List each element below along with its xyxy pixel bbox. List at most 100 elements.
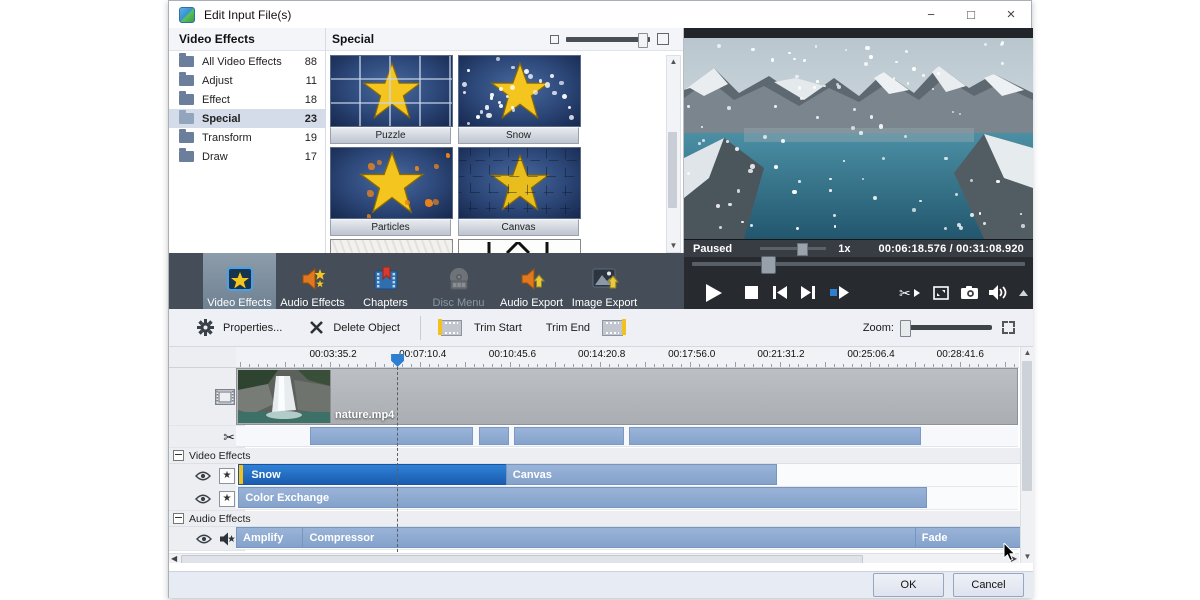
visibility-eye-icon[interactable]: [195, 494, 211, 504]
category-label: Effect: [202, 94, 230, 106]
footer-gap: [169, 563, 1033, 571]
mode-chapters-button[interactable]: Chapters: [349, 253, 422, 314]
effect-bar-canvas[interactable]: Canvas: [506, 464, 778, 485]
gallery-scrollbar[interactable]: ▲ ▼: [666, 55, 681, 253]
play-to-marker-button[interactable]: [822, 276, 856, 309]
collapse-controls-icon[interactable]: [1013, 276, 1033, 309]
previous-frame-button[interactable]: [766, 276, 794, 309]
dialog-title: Edit Input File(s): [204, 8, 291, 22]
cut-segment[interactable]: [629, 427, 921, 445]
effect-thumb-label: Puzzle: [330, 127, 451, 144]
mode-image-export-button[interactable]: Image Export: [568, 253, 641, 314]
collapse-section-icon[interactable]: [173, 450, 184, 461]
category-label: Special: [202, 113, 241, 125]
video-effects-section-header[interactable]: Video Effects: [169, 448, 1023, 464]
visibility-eye-icon[interactable]: [195, 471, 211, 481]
snapshot-camera-icon[interactable]: [955, 276, 983, 309]
effect-bar-color-exchange[interactable]: Color Exchange: [238, 487, 926, 508]
effect-thumb-partial[interactable]: [330, 239, 453, 253]
gallery-scrollbar-thumb[interactable]: [668, 132, 677, 208]
audio-effect-speaker-icon[interactable]: [220, 532, 235, 546]
category-count: 19: [305, 132, 317, 144]
thumb-size-slider-handle[interactable]: [638, 33, 648, 48]
speed-slider[interactable]: [760, 247, 826, 250]
effect-star-icon[interactable]: ★: [219, 468, 235, 484]
effect-thumb-canvas[interactable]: Canvas: [458, 147, 579, 236]
timeline-zoom-slider[interactable]: [900, 325, 992, 330]
category-special[interactable]: Special 23: [169, 109, 325, 128]
fx-row1-gutter: ★: [169, 464, 245, 488]
time-ruler[interactable]: 00:03:35.200:07:10.400:10:45.600:14:20.8…: [236, 347, 1019, 368]
split-button[interactable]: ✂: [893, 276, 927, 309]
video-effects-row-2: Color Exchange: [236, 487, 1018, 510]
audio-effects-section-header[interactable]: Audio Effects: [169, 511, 1023, 527]
effect-thumb-puzzle[interactable]: Puzzle: [330, 55, 451, 144]
zoom-label: Zoom:: [863, 322, 894, 334]
category-transform[interactable]: Transform 19: [169, 128, 325, 147]
cut-segment[interactable]: [514, 427, 624, 445]
timeline-zoom-handle[interactable]: [900, 320, 911, 337]
maximize-button[interactable]: □: [951, 1, 991, 28]
thumb-size-small-icon[interactable]: [550, 35, 559, 44]
video-clip[interactable]: nature.mp4: [236, 368, 1018, 425]
scroll-up-icon[interactable]: ▲: [1021, 348, 1034, 358]
effect-bar-label: Snow: [251, 469, 280, 481]
effect-thumb-particles[interactable]: Particles: [330, 147, 451, 236]
effect-star-icon[interactable]: ★: [219, 491, 235, 507]
video-frame[interactable]: [684, 38, 1033, 239]
thumb-size-large-icon[interactable]: [657, 33, 669, 45]
mode-video-effects-button[interactable]: Video Effects: [203, 253, 276, 314]
close-button[interactable]: ×: [991, 1, 1031, 28]
ok-button[interactable]: OK: [873, 573, 944, 597]
effect-bar-amplify[interactable]: Amplify: [236, 527, 308, 548]
speed-value: 1x: [838, 243, 850, 255]
visibility-eye-icon[interactable]: [196, 534, 212, 544]
trim-start-button[interactable]: Trim Start: [435, 320, 522, 336]
vscrollbar-thumb[interactable]: [1022, 361, 1032, 491]
effect-thumb-snow[interactable]: Snow: [458, 55, 579, 144]
timeline-vscrollbar[interactable]: ▲ ▼: [1020, 347, 1034, 563]
scroll-down-icon[interactable]: ▼: [667, 241, 680, 251]
video-effects-icon: [226, 264, 254, 294]
seek-handle[interactable]: [761, 256, 776, 274]
cut-segment[interactable]: [310, 427, 473, 445]
category-draw[interactable]: Draw 17: [169, 147, 325, 166]
category-label: Draw: [202, 151, 228, 163]
scroll-down-icon[interactable]: ▼: [1021, 552, 1034, 562]
zoom-fit-icon[interactable]: [1002, 321, 1015, 334]
snow-effect-overlay: [684, 38, 1033, 239]
stop-button[interactable]: [736, 276, 766, 309]
category-adjust[interactable]: Adjust 11: [169, 71, 325, 90]
effects-grid: Puzzle Snow: [330, 55, 664, 253]
minimize-button[interactable]: −: [911, 1, 951, 28]
effect-bar-snow[interactable]: Snow: [238, 464, 516, 485]
mode-disc-menu-button[interactable]: Disc Menu: [422, 253, 495, 314]
speed-slider-handle[interactable]: [797, 243, 808, 256]
properties-button[interactable]: Properties...: [197, 319, 282, 336]
category-effect[interactable]: Effect 18: [169, 90, 325, 109]
snow-thumb-overlay: [459, 56, 580, 126]
seek-bar[interactable]: [692, 262, 1025, 266]
next-frame-button[interactable]: [794, 276, 822, 309]
particles-overlay: [331, 148, 452, 218]
category-count: 11: [306, 75, 317, 87]
thumb-size-slider[interactable]: [566, 37, 650, 42]
effect-thumb-partial[interactable]: [458, 239, 581, 253]
mode-audio-export-button[interactable]: Audio Export: [495, 253, 568, 314]
category-count: 88: [305, 56, 317, 68]
category-all-video-effects[interactable]: All Video Effects 88: [169, 52, 325, 71]
effects-gallery-panel: Special Puzzle: [326, 28, 684, 253]
fullscreen-icon[interactable]: [927, 276, 955, 309]
collapse-section-icon[interactable]: [173, 513, 184, 524]
effect-bar-compressor[interactable]: Compressor: [302, 527, 916, 548]
cancel-button[interactable]: Cancel: [953, 573, 1024, 597]
volume-icon[interactable]: [983, 276, 1013, 309]
mode-button-label: Disc Menu: [433, 297, 485, 309]
cut-segment[interactable]: [479, 427, 509, 445]
section-label: Audio Effects: [189, 513, 251, 525]
trim-end-button[interactable]: Trim End: [546, 320, 629, 336]
play-button[interactable]: [692, 276, 736, 309]
mode-audio-effects-button[interactable]: Audio Effects: [276, 253, 349, 314]
delete-object-button[interactable]: Delete Object: [310, 321, 400, 334]
scroll-up-icon[interactable]: ▲: [667, 57, 680, 67]
